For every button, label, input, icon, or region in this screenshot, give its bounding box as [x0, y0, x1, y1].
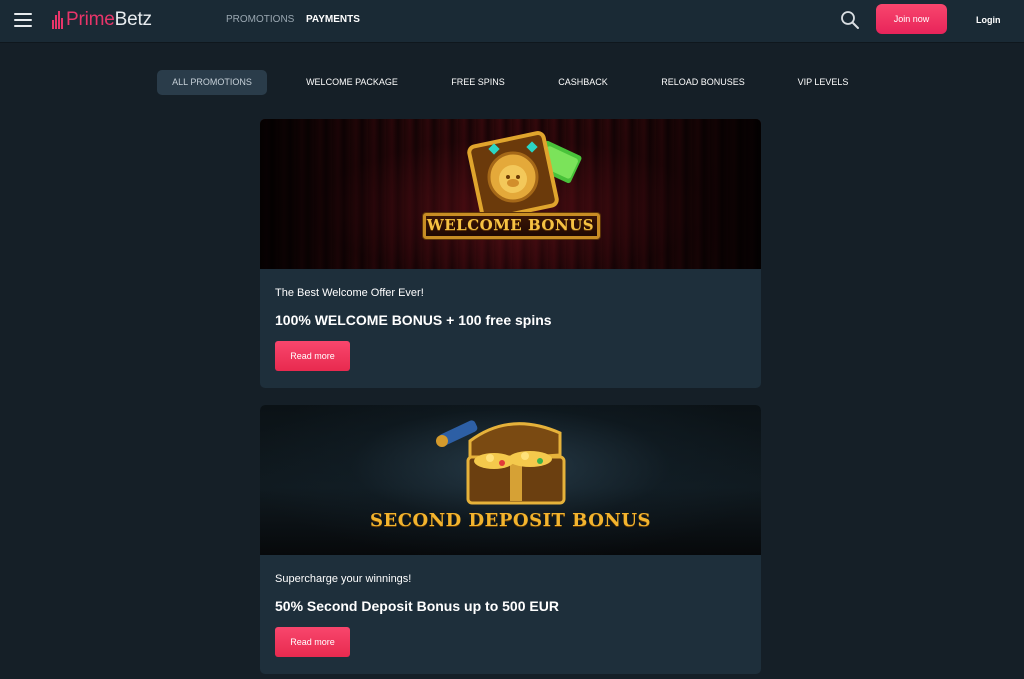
- treasure-chest-icon: [436, 420, 566, 505]
- promo-banner-welcome[interactable]: WELCOME BONUS: [260, 119, 761, 269]
- tab-reload-bonuses[interactable]: RELOAD BONUSES: [655, 70, 751, 95]
- read-more-button[interactable]: Read more: [275, 341, 350, 371]
- tab-vip-levels[interactable]: VIP LEVELS: [789, 70, 857, 95]
- promo-card-second-deposit: SECOND DEPOSIT BONUS Supercharge your wi…: [260, 405, 761, 674]
- tab-free-spins[interactable]: FREE SPINS: [443, 70, 513, 95]
- read-more-button[interactable]: Read more: [275, 627, 350, 657]
- logo-text-prime: Prime: [66, 9, 115, 30]
- join-now-button[interactable]: Join now: [876, 4, 947, 34]
- promo-subtitle: Supercharge your winnings!: [275, 573, 412, 585]
- search-icon[interactable]: [840, 10, 860, 30]
- tab-welcome-package[interactable]: WELCOME PACKAGE: [298, 70, 406, 95]
- nav-payments[interactable]: PAYMENTS: [306, 13, 360, 27]
- promo-banner-second-deposit[interactable]: SECOND DEPOSIT BONUS: [260, 405, 761, 555]
- nav-promotions[interactable]: PROMOTIONS: [226, 13, 294, 27]
- promo-subtitle: The Best Welcome Offer Ever!: [275, 287, 424, 299]
- promo-banner-title: WELCOME BONUS: [426, 216, 595, 234]
- promo-card-welcome: WELCOME BONUS The Best Welcome Offer Eve…: [260, 119, 761, 388]
- top-header: PrimeBetz PROMOTIONS PAYMENTS Join now L…: [0, 0, 1024, 43]
- tab-all-promotions[interactable]: ALL PROMOTIONS: [157, 70, 267, 95]
- logo-bars-icon: [52, 11, 63, 29]
- logo-text-betz: Betz: [114, 9, 152, 30]
- promo-title: 100% WELCOME BONUS + 100 free spins: [275, 312, 552, 328]
- menu-icon[interactable]: [14, 13, 32, 27]
- logo[interactable]: PrimeBetz: [52, 8, 152, 32]
- login-link[interactable]: Login: [976, 13, 1001, 27]
- promo-banner-title: SECOND DEPOSIT BONUS: [369, 510, 652, 531]
- tab-cashback[interactable]: CASHBACK: [551, 70, 615, 95]
- promo-title: 50% Second Deposit Bonus up to 500 EUR: [275, 598, 559, 614]
